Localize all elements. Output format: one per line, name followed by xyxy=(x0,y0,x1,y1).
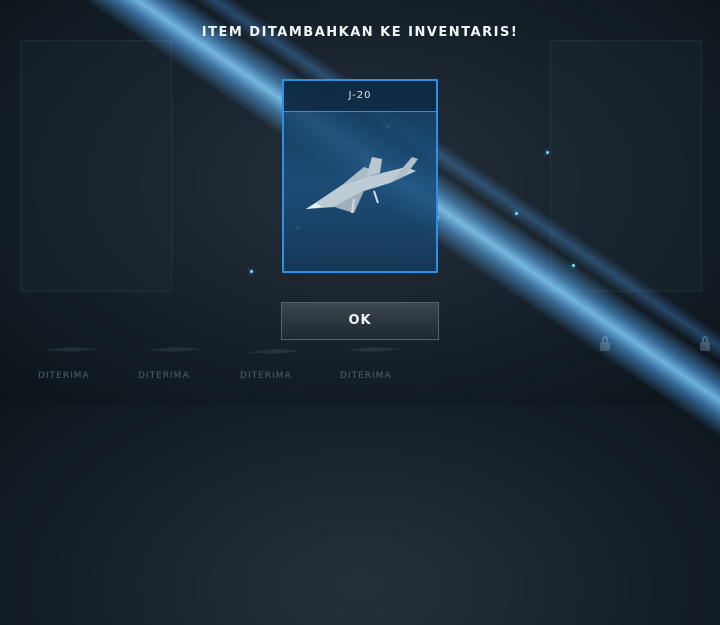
sparkle-particle xyxy=(572,264,575,267)
sparkle-particle xyxy=(250,270,253,273)
background-slot-label: DITERIMA xyxy=(38,371,90,381)
fighter-jet-icon xyxy=(306,157,418,214)
sparkle-particle xyxy=(515,212,518,215)
dialog-title: ITEM DITAMBAHKAN KE INVENTARIS! xyxy=(201,25,519,40)
item-name: J-20 xyxy=(284,81,436,112)
background-plane-icon xyxy=(42,346,98,352)
background-plane-icon xyxy=(145,346,201,352)
item-card: J-20 xyxy=(282,79,438,273)
background-panel-left xyxy=(20,40,172,292)
background-plane-icon xyxy=(345,346,401,352)
background-slot-label: DITERIMA xyxy=(138,371,190,381)
background-slot-label: DITERIMA xyxy=(240,371,292,381)
ok-button[interactable]: OK xyxy=(281,302,439,340)
sparkle-particle xyxy=(546,151,549,154)
background-plane-icon xyxy=(245,348,301,354)
background-slot-label: DITERIMA xyxy=(340,371,392,381)
